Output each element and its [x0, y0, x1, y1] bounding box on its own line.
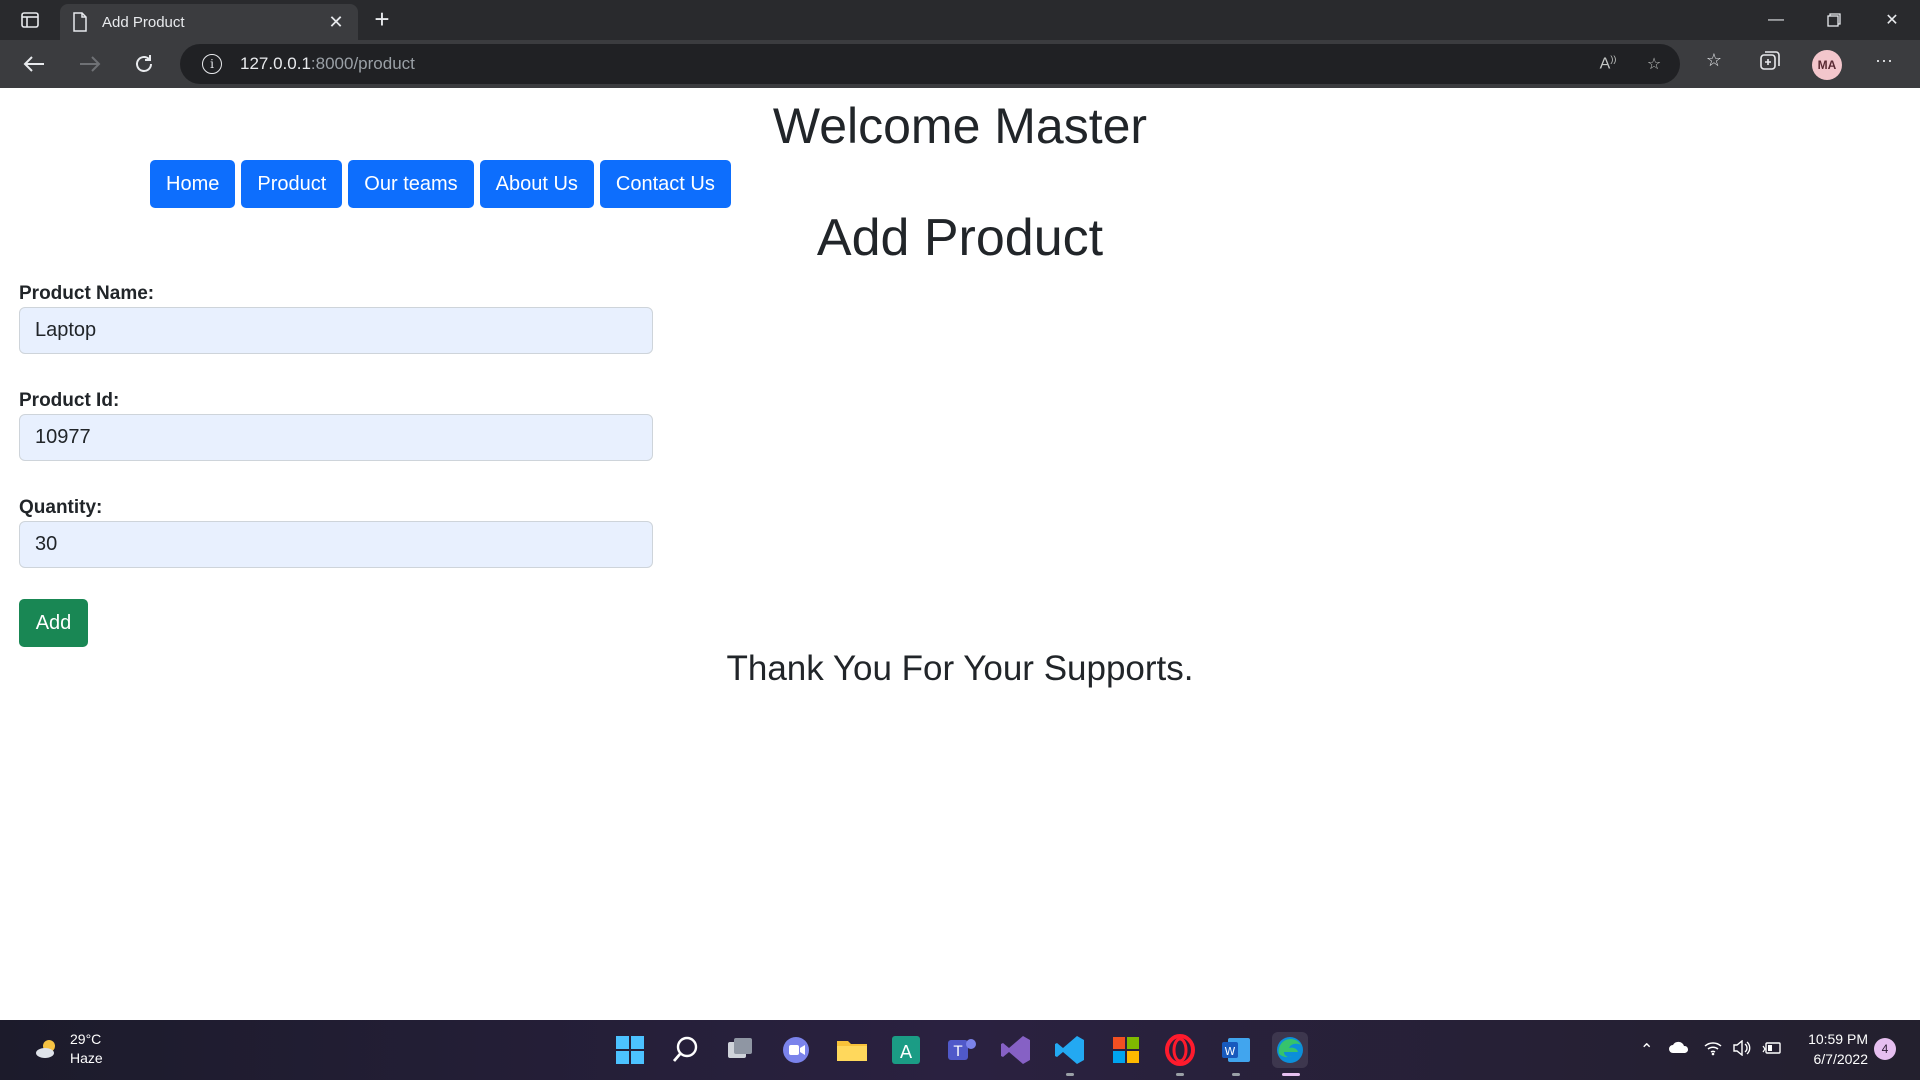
- clock-date: 6/7/2022: [1813, 1051, 1869, 1067]
- quantity-input[interactable]: [19, 521, 653, 568]
- access-icon[interactable]: A: [888, 1032, 924, 1068]
- file-explorer-icon[interactable]: [834, 1032, 870, 1068]
- chat-icon[interactable]: [778, 1032, 814, 1068]
- running-indicator: [1066, 1073, 1074, 1076]
- url-host: 127.0.0.1: [240, 54, 311, 73]
- active-indicator: [1282, 1073, 1300, 1076]
- restore-button[interactable]: [1806, 0, 1862, 40]
- weather-condition: Haze: [70, 1050, 103, 1066]
- close-window-button[interactable]: ✕: [1864, 0, 1920, 40]
- main-nav: Home Product Our teams About Us Contact …: [150, 160, 731, 208]
- profile-avatar[interactable]: MA: [1812, 50, 1842, 80]
- browser-chrome: Add Product ✕ + — ✕ i 127.0.0.1:8000/pro…: [0, 0, 1920, 88]
- running-indicator: [1176, 1073, 1184, 1076]
- opera-icon[interactable]: [1162, 1032, 1198, 1068]
- task-view-icon[interactable]: [722, 1032, 758, 1068]
- page-heading: Add Product: [816, 209, 1104, 267]
- wifi-icon[interactable]: [1704, 1040, 1722, 1061]
- search-icon[interactable]: [668, 1032, 704, 1068]
- weather-widget[interactable]: 29°C Haze: [34, 1030, 103, 1068]
- more-options-icon[interactable]: ···: [1870, 50, 1898, 78]
- visual-studio-icon[interactable]: [998, 1032, 1034, 1068]
- tab-title: Add Product: [102, 13, 185, 31]
- close-tab-icon[interactable]: ✕: [326, 12, 346, 33]
- system-clock[interactable]: 10:59 PM 6/7/2022: [1796, 1029, 1868, 1069]
- forward-button[interactable]: [72, 46, 108, 82]
- clock-time: 10:59 PM: [1808, 1031, 1868, 1047]
- nav-product-button[interactable]: Product: [241, 160, 343, 208]
- onedrive-icon[interactable]: [1668, 1040, 1690, 1059]
- add-favorite-icon[interactable]: ☆: [1642, 54, 1666, 78]
- quantity-label: Quantity:: [19, 497, 103, 518]
- new-tab-button[interactable]: +: [366, 4, 398, 36]
- teams-icon[interactable]: T: [944, 1032, 980, 1068]
- haze-weather-icon: [36, 1040, 55, 1058]
- taskbar: 29°C Haze A T W ⌃ 10:59 PM 6/7/2022 4: [0, 1020, 1920, 1080]
- page-icon: [73, 12, 87, 32]
- address-bar[interactable]: i 127.0.0.1:8000/product A)) ☆: [180, 44, 1680, 84]
- svg-text:A: A: [900, 1042, 913, 1063]
- welcome-title: Welcome Master: [772, 98, 1148, 154]
- product-name-label: Product Name:: [19, 283, 155, 304]
- collections-icon[interactable]: [1756, 50, 1784, 78]
- nav-contact-us-button[interactable]: Contact Us: [599, 160, 731, 208]
- product-id-label: Product Id:: [19, 390, 120, 411]
- url-path: :8000/product: [310, 54, 415, 73]
- back-button[interactable]: [16, 46, 52, 82]
- temperature: 29°C: [70, 1031, 102, 1047]
- svg-text:T: T: [953, 1044, 963, 1060]
- add-button[interactable]: Add: [19, 599, 88, 647]
- start-icon[interactable]: [612, 1032, 648, 1068]
- notification-badge[interactable]: 4: [1874, 1038, 1896, 1060]
- nav-our-teams-button[interactable]: Our teams: [348, 160, 474, 208]
- site-info-icon[interactable]: i: [202, 54, 222, 74]
- edge-icon[interactable]: [1272, 1032, 1308, 1068]
- running-indicator: [1232, 1073, 1240, 1076]
- nav-home-button[interactable]: Home: [150, 160, 236, 208]
- read-aloud-icon[interactable]: A)): [1596, 54, 1620, 78]
- tab-strip: Add Product ✕ + — ✕: [0, 0, 1920, 40]
- vscode-icon[interactable]: [1052, 1032, 1088, 1068]
- sidebar-toggle-icon[interactable]: [16, 8, 44, 32]
- svg-text:W: W: [1225, 1045, 1236, 1058]
- nav-about-us-button[interactable]: About Us: [479, 160, 594, 208]
- microsoft-store-icon[interactable]: [1108, 1032, 1144, 1068]
- word-icon[interactable]: W: [1218, 1032, 1254, 1068]
- refresh-button[interactable]: [126, 46, 162, 82]
- page-content: Welcome Master Home Product Our teams Ab…: [0, 88, 1920, 1020]
- volume-icon[interactable]: [1732, 1039, 1752, 1061]
- footer-message: Thank You For Your Supports.: [726, 649, 1194, 688]
- chevron-up-icon[interactable]: ⌃: [1640, 1040, 1653, 1060]
- product-name-input[interactable]: [19, 307, 653, 354]
- favorites-icon[interactable]: ☆: [1700, 50, 1728, 78]
- product-id-input[interactable]: [19, 414, 653, 461]
- minimize-button[interactable]: —: [1748, 0, 1804, 40]
- tab-add-product[interactable]: Add Product ✕: [60, 4, 358, 40]
- battery-icon[interactable]: [1762, 1040, 1782, 1061]
- browser-toolbar: i 127.0.0.1:8000/product A)) ☆ ☆ MA ···: [0, 40, 1920, 88]
